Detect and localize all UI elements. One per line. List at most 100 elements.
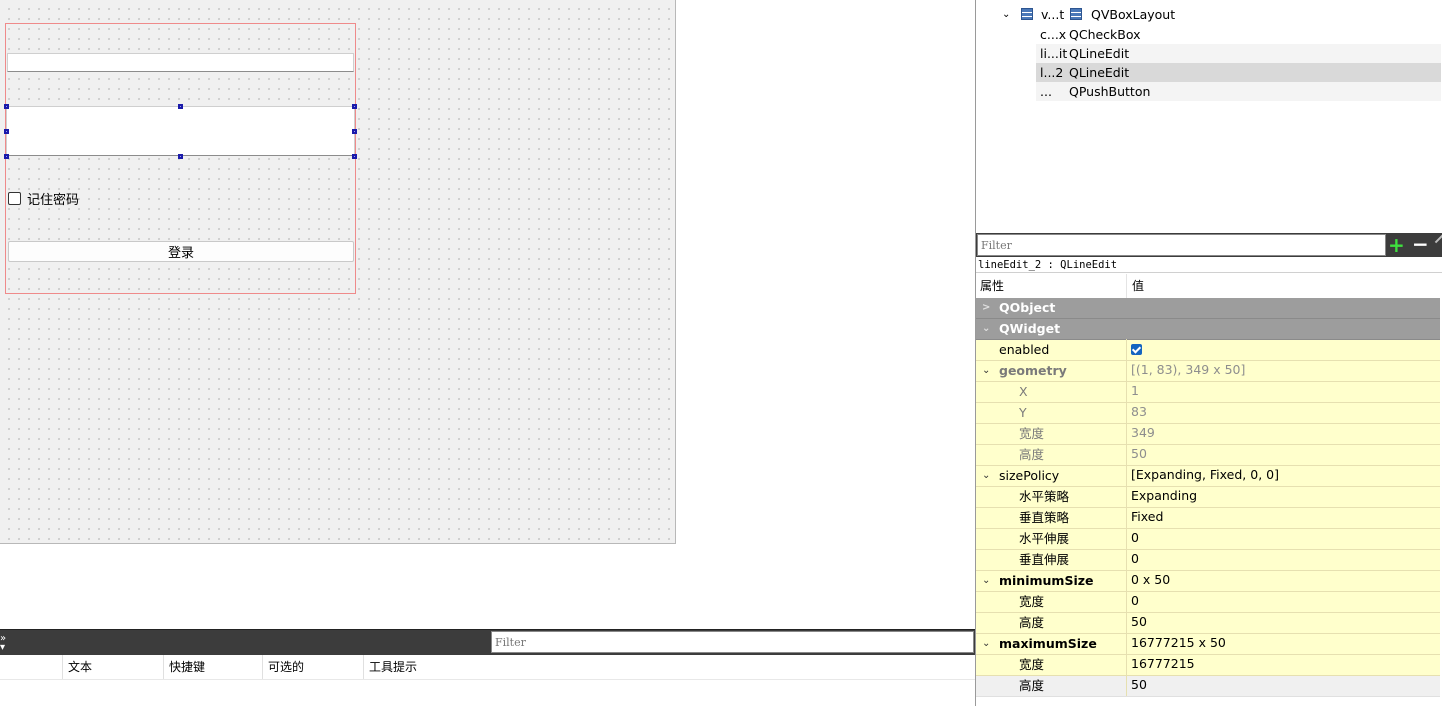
tree-row-checkbox[interactable]: c...x QCheckBox [1036, 25, 1441, 44]
chevron-down-icon[interactable]: ⌄ [982, 361, 990, 381]
property-geometry-x[interactable]: X 1 [976, 381, 1441, 403]
action-table-header: 文本 快捷键 可选的 工具提示 [0, 655, 975, 680]
property-maximumsize[interactable]: ⌄ maximumSize 16777215 x 50 [976, 633, 1441, 655]
property-vertical-stretch[interactable]: 垂直伸展 0 [976, 549, 1441, 571]
chevron-down-icon[interactable]: ⌄ [982, 466, 990, 486]
property-name: 宽度 [1019, 594, 1045, 609]
property-value[interactable]: Expanding [1126, 486, 1441, 507]
property-value[interactable]: Fixed [1126, 507, 1441, 528]
chevron-down-icon[interactable]: ⌄ [982, 634, 990, 654]
tree-object-name: c...x [1040, 27, 1067, 42]
property-name: 宽度 [1019, 426, 1045, 441]
property-sizepolicy[interactable]: ⌄ sizePolicy [Expanding, Fixed, 0, 0] [976, 465, 1441, 487]
property-name: 宽度 [1019, 657, 1045, 672]
property-filter-input[interactable]: Filter [977, 234, 1386, 256]
property-value[interactable]: 50 [1126, 444, 1441, 465]
column-header-checkable[interactable]: 可选的 [262, 655, 304, 679]
property-value[interactable]: 0 x 50 [1126, 570, 1441, 591]
property-name: Y [1019, 405, 1027, 420]
property-minimum-height[interactable]: 高度 50 [976, 612, 1441, 634]
property-maximum-width[interactable]: 宽度 16777215 [976, 654, 1441, 676]
tree-row-lineedit[interactable]: li...it QLineEdit [1036, 44, 1441, 63]
resize-handle-bottom-left[interactable] [4, 154, 9, 159]
remove-dynamic-property-icon[interactable]: − [1412, 233, 1429, 255]
checkbox-box-icon[interactable] [8, 191, 21, 205]
property-value[interactable]: 16777215 x 50 [1126, 633, 1441, 654]
add-dynamic-property-icon[interactable]: + [1388, 234, 1405, 256]
property-geometry-height[interactable]: 高度 50 [976, 444, 1441, 466]
column-header-text[interactable]: 文本 [62, 655, 92, 679]
property-name: enabled [999, 342, 1050, 357]
password-line-edit-selected[interactable] [6, 106, 355, 156]
property-geometry-y[interactable]: Y 83 [976, 402, 1441, 424]
section-qwidget[interactable]: ⌄ QWidget [976, 319, 1440, 340]
property-vertical-policy[interactable]: 垂直策略 Fixed [976, 507, 1441, 529]
chevron-down-icon[interactable]: ⌄ [1002, 5, 1010, 24]
property-value[interactable]: 0 [1126, 549, 1441, 570]
property-editor: Filter + − lineEdit_2 : QLineEdit 属性 值 >… [975, 233, 1442, 706]
section-label: QObject [999, 300, 1056, 315]
tree-object-class: QPushButton [1069, 84, 1151, 99]
property-value[interactable]: 50 [1126, 675, 1441, 696]
header-property[interactable]: 属性 [980, 274, 1004, 298]
property-maximum-height[interactable]: 高度 50 [976, 675, 1441, 697]
property-value[interactable]: [(1, 83), 349 x 50] [1126, 360, 1441, 381]
property-value[interactable]: 0 [1126, 528, 1441, 549]
column-header-tooltip[interactable]: 工具提示 [363, 655, 417, 679]
property-geometry-width[interactable]: 宽度 349 [976, 423, 1441, 445]
property-name: 垂直策略 [1019, 510, 1070, 525]
property-value[interactable]: 349 [1126, 423, 1441, 444]
tree-row-lineedit-2-selected[interactable]: l...2 QLineEdit [1036, 63, 1441, 82]
resize-handle-bottom[interactable] [178, 154, 183, 159]
layout-icon [1070, 8, 1082, 20]
property-name: 水平策略 [1019, 489, 1070, 504]
layout-icon [1021, 8, 1033, 20]
chevron-down-icon[interactable]: ⌄ [982, 319, 990, 339]
property-name: X [1019, 384, 1028, 399]
section-qobject[interactable]: > QObject [976, 298, 1440, 319]
property-minimum-width[interactable]: 宽度 0 [976, 591, 1441, 613]
action-editor-toolbar: » ▾ Filter [0, 629, 975, 655]
tree-row-vboxlayout[interactable]: ⌄ v...t QVBoxLayout [996, 5, 1441, 24]
design-canvas[interactable]: 记住密码 登录 [0, 0, 676, 544]
chevron-down-icon[interactable]: ⌄ [982, 571, 990, 591]
resize-handle-top-left[interactable] [4, 104, 9, 109]
property-rows: > QObject ⌄ QWidget enabled ⌄ geometry [… [976, 298, 1442, 697]
property-value[interactable]: 50 [1126, 612, 1441, 633]
checkbox-checked-icon[interactable] [1131, 344, 1142, 355]
tree-object-name: v...t [1041, 7, 1065, 22]
username-line-edit[interactable] [7, 53, 354, 72]
header-value[interactable]: 值 [1126, 274, 1144, 298]
resize-handle-bottom-right[interactable] [352, 154, 357, 159]
tree-row-pushbutton[interactable]: ... QPushButton [1036, 82, 1441, 101]
property-value[interactable] [1126, 339, 1441, 360]
property-value[interactable]: 1 [1126, 381, 1441, 402]
property-horizontal-stretch[interactable]: 水平伸展 0 [976, 528, 1441, 550]
action-filter-input[interactable]: Filter [491, 631, 974, 653]
resize-handle-top[interactable] [178, 104, 183, 109]
toolbar-extension-icon[interactable]: » ▾ [0, 634, 6, 653]
chevron-right-icon[interactable]: > [982, 298, 990, 318]
tree-object-class: QCheckBox [1069, 27, 1141, 42]
property-geometry[interactable]: ⌄ geometry [(1, 83), 349 x 50] [976, 360, 1441, 382]
column-header-shortcut[interactable]: 快捷键 [163, 655, 205, 679]
property-value[interactable]: 16777215 [1126, 654, 1441, 675]
remember-password-checkbox[interactable]: 记住密码 [8, 190, 80, 208]
configure-icon[interactable] [1434, 234, 1442, 244]
resize-handle-left[interactable] [4, 129, 9, 134]
property-minimumsize[interactable]: ⌄ minimumSize 0 x 50 [976, 570, 1441, 592]
property-value[interactable]: 83 [1126, 402, 1441, 423]
property-value[interactable]: 0 [1126, 591, 1441, 612]
vertical-layout-box[interactable]: 记住密码 登录 [4, 23, 357, 294]
login-button[interactable]: 登录 [8, 241, 354, 262]
property-value[interactable]: [Expanding, Fixed, 0, 0] [1126, 465, 1441, 486]
current-object-label: lineEdit_2 : QLineEdit [976, 258, 1442, 273]
resize-handle-right[interactable] [352, 129, 357, 134]
remember-password-label: 记住密码 [27, 192, 80, 208]
tree-object-name: li...it [1040, 46, 1068, 61]
property-name: 垂直伸展 [1019, 552, 1070, 567]
tree-object-name: l...2 [1040, 65, 1064, 80]
property-enabled[interactable]: enabled [976, 339, 1441, 361]
property-horizontal-policy[interactable]: 水平策略 Expanding [976, 486, 1441, 508]
resize-handle-top-right[interactable] [352, 104, 357, 109]
